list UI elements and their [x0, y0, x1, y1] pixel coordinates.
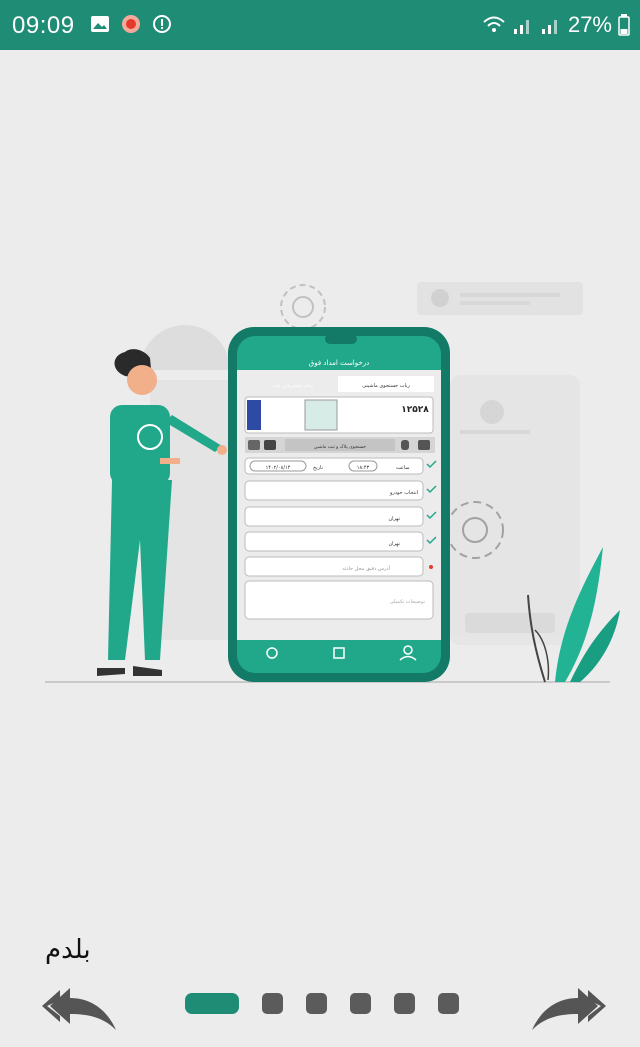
status-time: 09:09: [12, 12, 75, 39]
skip-button[interactable]: بلدم: [45, 935, 91, 965]
page-dot-2[interactable]: [262, 993, 283, 1014]
phone-time-label: ساعت: [396, 465, 410, 471]
phone-title: درخواست امداد فوق: [309, 359, 369, 367]
phone-field-1: انتخاب خودرو: [389, 490, 418, 496]
phone-tab-1: ربات جستجوی ماشینی: [362, 383, 410, 389]
phone-field-3: تهران: [388, 541, 400, 547]
page-dot-3[interactable]: [306, 993, 327, 1014]
double-arrow-right-icon: [532, 988, 606, 1030]
phone-date-value: ۱۴۰۲/۰۸/۱۴: [266, 465, 291, 471]
battery-percent: 27%: [567, 12, 612, 37]
page-dot-4[interactable]: [350, 993, 371, 1014]
onboarding-illustration: درخواست امداد فوق ربات جستجوی ماشینی ربا…: [45, 282, 620, 683]
signal-icon: [513, 20, 529, 34]
app-notification-icon: [122, 15, 140, 33]
page-indicator: [185, 993, 459, 1014]
phone-date-label: تاریخ: [313, 465, 324, 471]
phone-plate-text: ۱۲۵۲۸: [401, 405, 429, 415]
page-dot-1[interactable]: [185, 993, 239, 1014]
gallery-icon: [91, 16, 109, 32]
phone-time-value: ۱۸:۴۳: [357, 465, 370, 471]
next-button[interactable]: [530, 982, 610, 1038]
phone-field-2: تهران: [388, 516, 400, 522]
page-dot-6[interactable]: [438, 993, 459, 1014]
phone-field-4: آدرس دقیق محل حادثه: [342, 565, 390, 572]
info-icon: [153, 15, 171, 33]
phone-search-hint: جستجوی پلاک و ثبت ماشین: [314, 444, 366, 450]
phone-field-5: توضیحات تکمیلی: [390, 599, 426, 605]
wifi-icon: [483, 16, 505, 32]
phone-mockup: درخواست امداد فوق ربات جستجوی ماشینی ربا…: [228, 327, 450, 682]
page-dot-5[interactable]: [394, 993, 415, 1014]
status-bar: 09:09 27%: [0, 0, 640, 50]
double-arrow-left-icon: [42, 988, 116, 1030]
signal-icon-2: [541, 20, 557, 34]
phone-tab-2: ربات مسیریابی ثبت: [273, 383, 314, 389]
battery-icon: [618, 14, 630, 36]
back-button[interactable]: [38, 982, 118, 1038]
